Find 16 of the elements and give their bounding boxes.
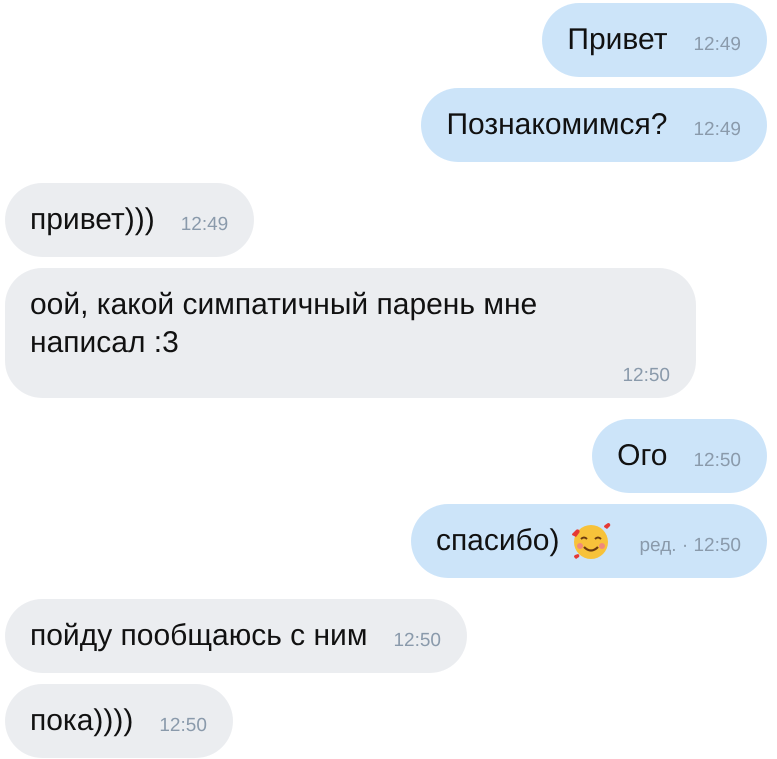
message-time: 12:49: [692, 33, 741, 57]
message-text: Привет: [567, 22, 668, 58]
message-time: 12:50: [392, 629, 441, 653]
message-text: Ого: [617, 438, 668, 474]
message-text: Познакомимся?: [446, 107, 668, 143]
message-time: ред. · 12:50: [638, 534, 741, 558]
message-text: спасибо): [436, 523, 560, 559]
message-text: пока)))): [30, 703, 134, 739]
message-time: 12:49: [180, 213, 228, 237]
message-time: 12:50: [692, 449, 741, 473]
message-time: 12:49: [692, 118, 741, 142]
message-text: оой, какой симпатичный парень мне написал :3: [30, 287, 538, 361]
message-text: пойду пообщаюсь с ним: [30, 618, 368, 654]
message-text: привет))): [30, 202, 155, 238]
message-time: 12:50: [621, 364, 670, 388]
message-time: 12:50: [158, 714, 207, 738]
